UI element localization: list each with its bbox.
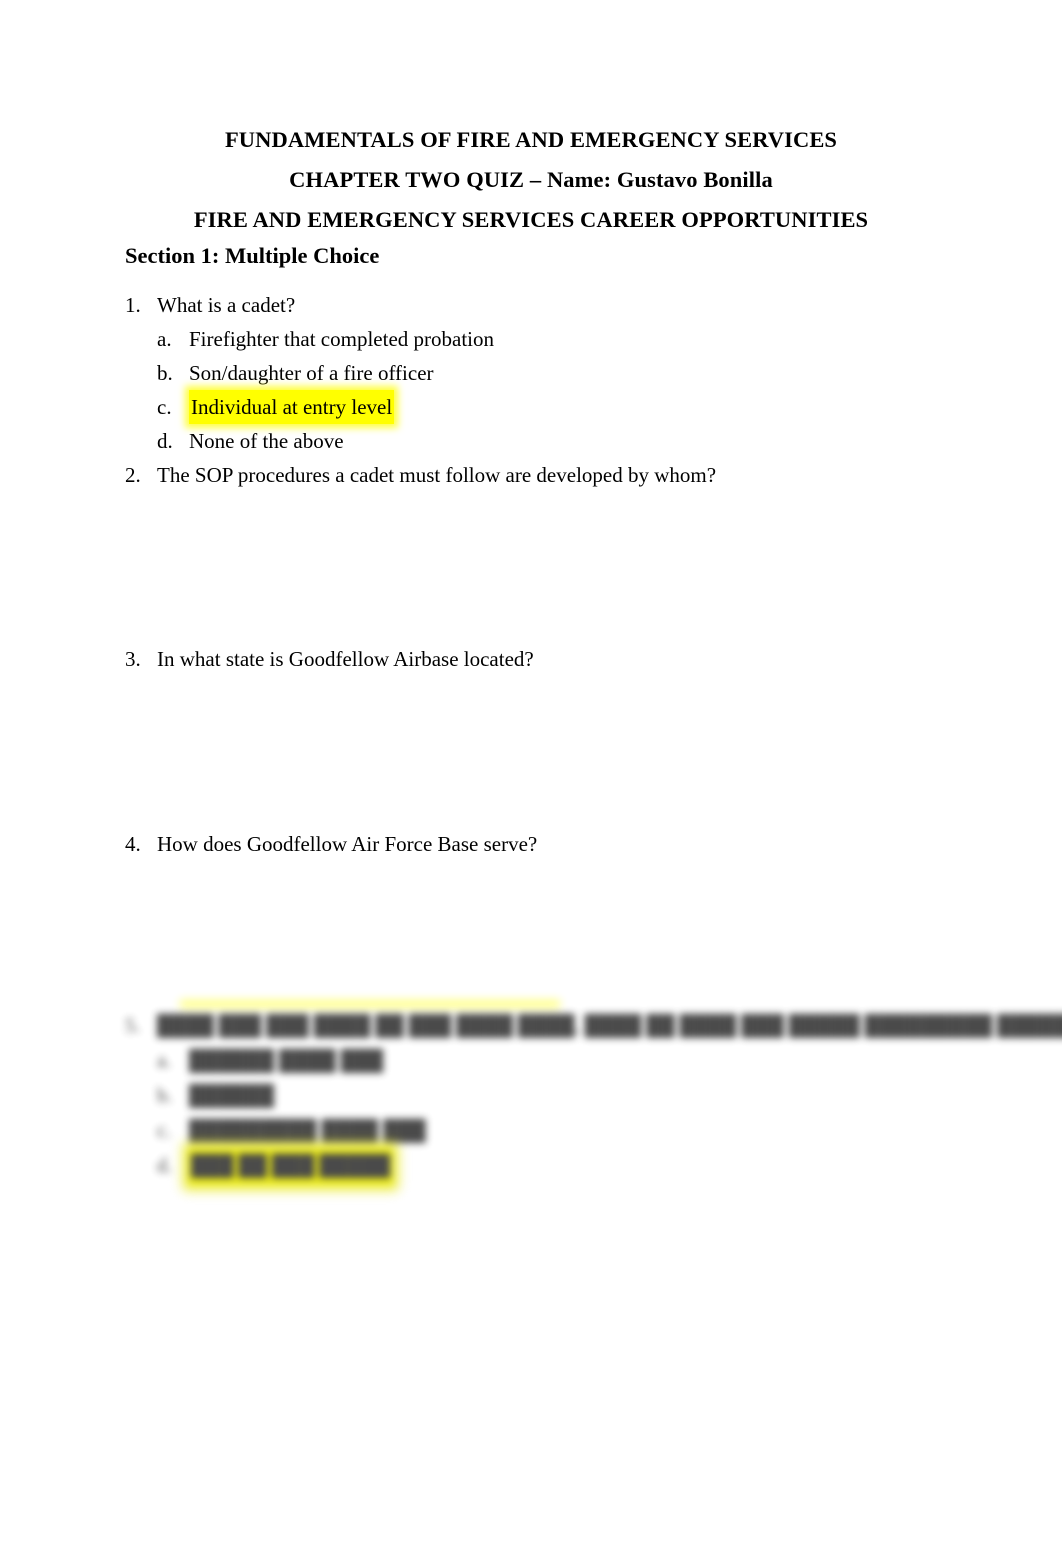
- option-item: c. █████████ ████ ███: [157, 1114, 1005, 1149]
- title-line-2: CHAPTER TWO QUIZ – Name: Gustavo Bonilla: [289, 167, 773, 192]
- document-title-block: FUNDAMENTALS OF FIRE AND EMERGENCY SERVI…: [0, 120, 1062, 240]
- option-letter: d.: [157, 1155, 172, 1177]
- option-letter: a.: [157, 327, 172, 351]
- document-page: FUNDAMENTALS OF FIRE AND EMERGENCY SERVI…: [0, 0, 1062, 1556]
- answer-space: [125, 676, 1005, 827]
- question-item: 3. In what state is Goodfellow Airbase l…: [125, 642, 1005, 676]
- option-letter: c.: [157, 1120, 171, 1142]
- title-line-1: FUNDAMENTALS OF FIRE AND EMERGENCY SERVI…: [224, 127, 838, 152]
- option-item: d. None of the above: [157, 424, 1005, 458]
- option-letter: b.: [157, 1085, 172, 1107]
- question-text: The SOP procedures a cadet must follow a…: [157, 463, 717, 487]
- option-letter: d.: [157, 429, 173, 453]
- question-number: 1.: [125, 293, 141, 317]
- option-text: ██████: [189, 1085, 275, 1107]
- option-text-highlighted: Individual at entry level: [189, 390, 395, 424]
- question-text: What is a cadet?: [157, 293, 296, 317]
- question-list: 1. What is a cadet? a. Firefighter that …: [125, 288, 1005, 861]
- option-text: █████████ ████ ███: [189, 1120, 426, 1142]
- title-line-3: FIRE AND EMERGENCY SERVICES CAREER OPPOR…: [193, 207, 869, 232]
- option-text: None of the above: [189, 429, 344, 453]
- option-letter: b.: [157, 361, 173, 385]
- question-number: 2.: [125, 463, 141, 487]
- question-number: 3.: [125, 647, 141, 671]
- obscured-question-block: 5. ████ ███ ███ ████ ██ ███ ████ ████, █…: [125, 1000, 1062, 1184]
- question-item: 1. What is a cadet?: [125, 288, 1005, 322]
- question-text: ████ ███ ███ ████ ██ ███ ████ ████, ████…: [157, 1015, 1062, 1037]
- question-item: 4. How does Goodfellow Air Force Base se…: [125, 827, 1005, 861]
- section-heading: Section 1: Multiple Choice: [125, 243, 380, 268]
- option-text: Son/daughter of a fire officer: [189, 361, 434, 385]
- question-number: 4.: [125, 832, 141, 856]
- question-text: In what state is Goodfellow Airbase loca…: [157, 647, 534, 671]
- question-item-obscured: 5. ████ ███ ███ ████ ██ ███ ████ ████, █…: [125, 1008, 1062, 1044]
- option-letter: a.: [157, 1050, 171, 1072]
- highlight-band: [180, 1000, 560, 1008]
- option-list-obscured: a. ██████ ████ ███ b. ██████ c. ████████…: [157, 1044, 1005, 1184]
- question-item: 2. The SOP procedures a cadet must follo…: [125, 458, 1005, 492]
- option-item: b. ██████: [157, 1079, 1005, 1114]
- option-item: b. Son/daughter of a fire officer: [157, 356, 1005, 390]
- option-item: a. Firefighter that completed probation: [157, 322, 1005, 356]
- option-item-highlighted: c. Individual at entry level: [157, 390, 1005, 424]
- option-text: Firefighter that completed probation: [189, 327, 494, 351]
- option-item-highlighted: d. ███ ██ ███ █████: [157, 1149, 1005, 1184]
- option-letter: c.: [157, 395, 172, 419]
- answer-space: [125, 492, 1005, 642]
- option-item: a. ██████ ████ ███: [157, 1044, 1005, 1079]
- question-text: How does Goodfellow Air Force Base serve…: [157, 832, 538, 856]
- option-list: a. Firefighter that completed probation …: [157, 322, 1005, 458]
- option-text: ██████ ████ ███: [189, 1050, 384, 1072]
- option-text-highlighted: ███ ██ ███ █████: [189, 1149, 393, 1184]
- question-number: 5.: [125, 1015, 140, 1037]
